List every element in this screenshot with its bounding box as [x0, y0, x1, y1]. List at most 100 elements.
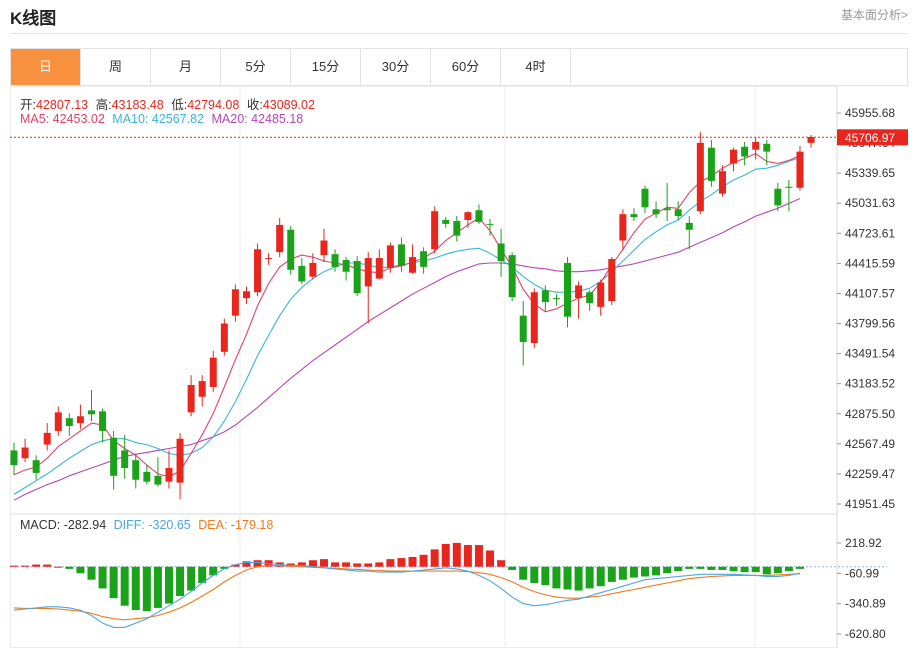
- candle-body: [597, 282, 605, 307]
- tab-60min[interactable]: 60分: [431, 49, 501, 85]
- dea-value: DEA: -179.18: [198, 518, 274, 532]
- diff-value: DIFF: -320.65: [113, 518, 191, 532]
- kline-chart[interactable]: 45955.6845647.6445339.6545031.6344723.61…: [10, 86, 908, 648]
- macd-tick-label: -340.89: [845, 597, 886, 611]
- candle-body: [652, 209, 660, 215]
- macd-histogram-bar: [375, 562, 384, 567]
- macd-tick-label: -60.99: [845, 566, 879, 580]
- macd-histogram-bar: [176, 566, 185, 596]
- candle-body: [254, 249, 262, 293]
- candle-body: [752, 141, 760, 150]
- candle-body: [475, 210, 483, 222]
- macd-histogram-bar: [740, 566, 749, 573]
- price-tick-label: 42567.49: [845, 437, 895, 451]
- candle-body: [132, 460, 140, 480]
- price-tick-label: 43183.52: [845, 377, 895, 391]
- macd-histogram-bar: [65, 566, 74, 569]
- candle-body: [287, 229, 295, 270]
- tab-4hour[interactable]: 4时: [501, 49, 571, 85]
- macd-histogram-bar: [585, 566, 594, 589]
- candle-body: [619, 214, 627, 241]
- candle-body: [165, 468, 173, 482]
- candle-body: [453, 220, 461, 236]
- fundamental-analysis-link[interactable]: 基本面分析>: [841, 6, 908, 23]
- macd-histogram-bar: [508, 566, 517, 570]
- macd-histogram-bar: [663, 566, 672, 574]
- candle-body: [87, 410, 95, 415]
- macd-histogram-bar: [253, 560, 262, 567]
- open-label: 开:: [20, 98, 36, 112]
- macd-histogram-bar: [629, 566, 638, 578]
- candle-body: [785, 186, 793, 188]
- candle-body: [43, 432, 51, 445]
- macd-histogram-bar: [76, 566, 85, 574]
- macd-histogram-bar: [87, 566, 96, 580]
- candle-body: [497, 243, 505, 262]
- tab-week[interactable]: 周: [81, 49, 151, 85]
- tab-month[interactable]: 月: [151, 49, 221, 85]
- tab-day[interactable]: 日: [11, 49, 81, 85]
- macd-histogram-bar: [120, 566, 129, 606]
- macd-histogram-bar: [718, 566, 727, 570]
- candle-body: [298, 265, 306, 282]
- candle-body: [32, 460, 40, 473]
- candle-body: [397, 244, 405, 266]
- macd-histogram-bar: [474, 545, 483, 567]
- period-tabs: 日 周 月 5分 15分 30分 60分 4时: [10, 48, 908, 86]
- candle-body: [685, 222, 693, 230]
- macd-histogram-bar: [640, 566, 649, 577]
- candle-body: [198, 381, 206, 397]
- candle-body: [420, 251, 428, 267]
- candle-body: [375, 258, 383, 279]
- macd-histogram-bar: [762, 566, 771, 575]
- candle-body: [774, 188, 782, 206]
- candle-body: [442, 219, 450, 224]
- macd-histogram-bar: [153, 566, 162, 608]
- high-label: 高:: [95, 98, 112, 112]
- page-title: K线图: [10, 9, 57, 28]
- ma10-legend: MA10: 42567.82: [112, 112, 205, 126]
- macd-histogram-bar: [674, 566, 683, 572]
- tab-30min[interactable]: 30分: [361, 49, 431, 85]
- candle-body: [242, 291, 250, 299]
- candle-body: [519, 315, 527, 343]
- candle-body: [575, 285, 583, 299]
- ma-legend: MA5: 42453.02 MA10: 42567.82 MA20: 42485…: [20, 112, 307, 126]
- macd-histogram-bar: [729, 566, 738, 572]
- candle-body: [486, 223, 494, 225]
- macd-histogram-bar: [596, 566, 605, 587]
- candle-body: [386, 245, 394, 268]
- macd-histogram-bar: [331, 562, 340, 567]
- candle-body: [65, 418, 73, 427]
- candle-body: [564, 262, 571, 317]
- candle-body: [309, 262, 317, 277]
- macd-histogram-bar: [497, 560, 506, 567]
- macd-histogram-bar: [10, 565, 18, 567]
- last-price-label: 45706.97: [845, 131, 895, 145]
- candle-body: [209, 357, 217, 387]
- candle-body: [110, 437, 118, 476]
- kline-chart-svg: 45955.6845647.6445339.6545031.6344723.61…: [10, 86, 908, 648]
- macd-tick-label: 218.92: [845, 536, 882, 550]
- macd-histogram-bar: [21, 565, 30, 567]
- header-divider: [10, 33, 908, 34]
- price-tick-label: 42259.47: [845, 467, 895, 481]
- candle-body: [718, 171, 726, 194]
- tab-5min[interactable]: 5分: [221, 49, 291, 85]
- candle-body: [696, 142, 704, 212]
- price-tick-label: 45031.63: [845, 196, 895, 210]
- macd-histogram-bar: [773, 566, 782, 574]
- candle-body: [331, 254, 339, 267]
- candle-body: [608, 259, 616, 302]
- macd-histogram-bar: [54, 566, 63, 568]
- macd-histogram-bar: [164, 566, 173, 604]
- ma20-legend: MA20: 42485.18: [211, 112, 304, 126]
- candle-body: [21, 447, 29, 459]
- candle-body: [364, 258, 372, 287]
- macd-histogram-bar: [43, 564, 52, 567]
- candle-body: [730, 149, 738, 164]
- candle-body: [541, 290, 549, 303]
- price-tick-label: 43491.54: [845, 347, 895, 361]
- macd-histogram-bar: [541, 566, 550, 586]
- tab-15min[interactable]: 15分: [291, 49, 361, 85]
